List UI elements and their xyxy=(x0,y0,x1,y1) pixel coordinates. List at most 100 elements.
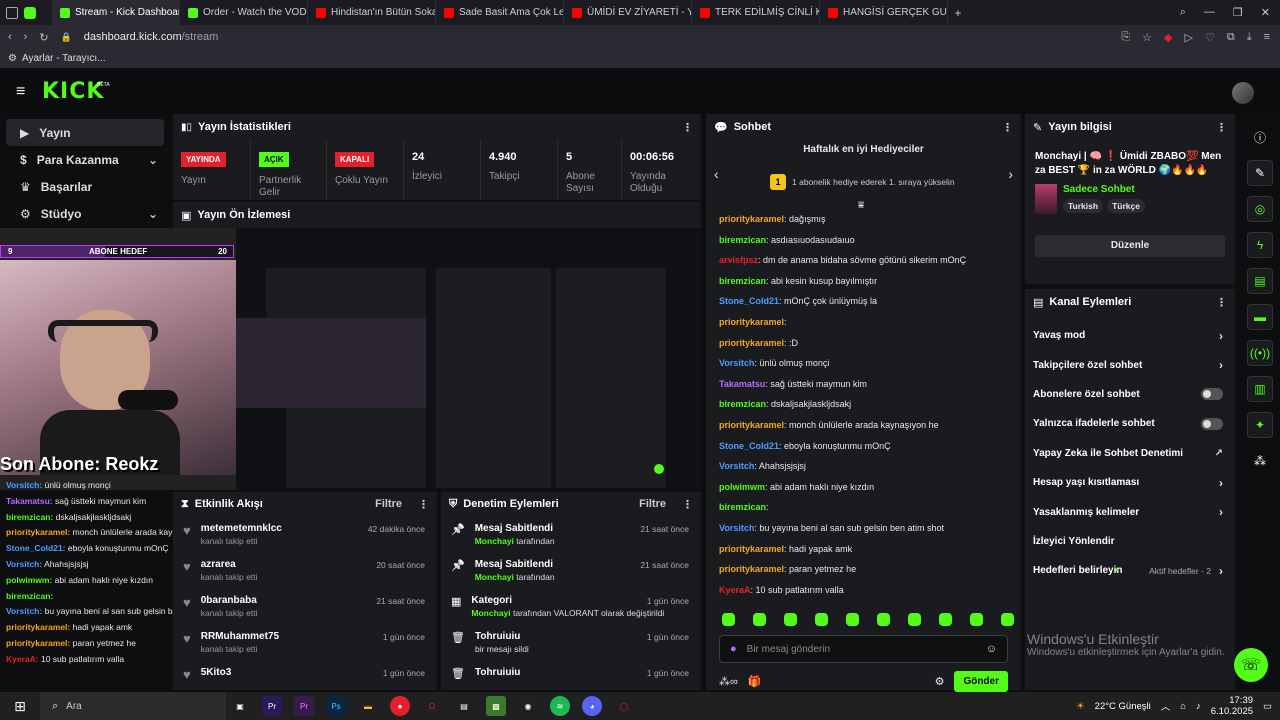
hamburger-icon[interactable]: ≡ xyxy=(16,83,25,101)
browser-tab[interactable]: Hindistan'ın Bütün Sokak xyxy=(308,0,436,25)
follower-name[interactable]: 0baranbaba xyxy=(201,595,258,606)
toggle-switch[interactable] xyxy=(1201,417,1223,430)
channel-action-item[interactable]: Yavaş mod › xyxy=(1025,321,1235,350)
opera-gx-icon[interactable]: ◯ xyxy=(614,696,634,716)
document-icon[interactable]: ▤ xyxy=(1247,268,1273,294)
pencil-icon[interactable]: ✎ xyxy=(1247,160,1273,186)
clip-icon[interactable]: ⎘ xyxy=(1121,31,1130,44)
follower-name[interactable]: azrarea xyxy=(201,559,258,570)
emote-icon[interactable] xyxy=(970,612,983,626)
toggle-switch[interactable] xyxy=(1201,388,1223,401)
chat-username[interactable]: prioritykaramel xyxy=(719,544,784,554)
follower-name[interactable]: 5Kito3 xyxy=(201,667,232,678)
heart-icon[interactable]: ♡ xyxy=(1205,31,1215,44)
chat-username[interactable]: Takamatsu xyxy=(719,379,765,389)
url-field[interactable]: dashboard.kick.com/stream xyxy=(84,31,219,43)
chat-username[interactable]: arvisfpsz xyxy=(719,255,758,265)
target-icon[interactable]: ◎ xyxy=(1247,196,1273,222)
emote-icon[interactable] xyxy=(784,612,797,626)
browser-tab[interactable]: Order - Watch the VOD o xyxy=(180,0,308,25)
channel-action-item[interactable]: Abonelere özel sohbet xyxy=(1025,380,1235,409)
close-icon[interactable]: ✕ xyxy=(1261,6,1270,19)
premiere-rush-icon[interactable]: Pr xyxy=(294,696,314,716)
external-link-icon[interactable]: ↗ xyxy=(1215,448,1223,459)
moderator-name[interactable]: Monchayi xyxy=(475,536,514,546)
filter-button[interactable]: Filtre xyxy=(639,498,666,510)
channel-action-item[interactable]: Takipçilere özel sohbet › xyxy=(1025,350,1235,379)
channel-action-item[interactable]: İzleyici Yönlendir xyxy=(1025,527,1235,556)
mic-icon[interactable]: ● xyxy=(730,643,737,655)
sidebar-item[interactable]: ⚙ Stüdyo ⌄ xyxy=(6,200,164,227)
lightning-icon[interactable]: ϟ xyxy=(1247,232,1273,258)
tray-chevron-icon[interactable]: ︿ xyxy=(1161,699,1171,713)
emote-icon[interactable] xyxy=(846,612,859,626)
channel-action-item[interactable]: Hesap yaşı kısıtlaması › xyxy=(1025,468,1235,497)
chat-username[interactable]: prioritykaramel xyxy=(719,564,784,574)
spotify-icon[interactable]: ≋ xyxy=(550,696,570,716)
kick-logo[interactable]: KICK xyxy=(42,79,104,104)
emote-icon[interactable] xyxy=(1001,612,1014,626)
maximize-icon[interactable]: ❐ xyxy=(1233,6,1243,19)
emote-icon[interactable] xyxy=(815,612,828,626)
chat-username[interactable]: biremzican xyxy=(719,399,766,409)
chat-username[interactable]: biremzican xyxy=(719,276,766,286)
more-icon[interactable]: ⋮ xyxy=(682,498,693,511)
moderator-name[interactable]: Monchayi xyxy=(471,608,510,618)
chat-username[interactable]: Vorsitch xyxy=(719,461,754,471)
chevron-right-icon[interactable]: › xyxy=(1219,564,1223,578)
browser-tab[interactable]: TERK EDİLMİŞ CİNLİ KÖY xyxy=(692,0,820,25)
back-icon[interactable]: ‹ xyxy=(8,31,12,43)
category-link[interactable]: Sadece Sohbet xyxy=(1063,184,1145,195)
more-icon[interactable]: ⋮ xyxy=(1002,121,1013,134)
browser-tab[interactable]: Sade Basit Ama Çok Lezz xyxy=(436,0,564,25)
menu-icon[interactable]: ≡ xyxy=(1264,31,1270,44)
more-icon[interactable]: ⋮ xyxy=(1216,121,1227,134)
sidebar-item[interactable]: $ Para Kazanma ⌄ xyxy=(6,146,164,173)
more-icon[interactable]: ⋮ xyxy=(1216,296,1227,309)
pinned-tab-icon[interactable] xyxy=(6,6,18,19)
chevron-down-icon[interactable]: ⌄ xyxy=(148,153,158,167)
chevron-left-icon[interactable]: ‹ xyxy=(714,166,719,182)
emote-icon[interactable] xyxy=(722,612,735,626)
task-view-icon[interactable]: ▣ xyxy=(230,696,250,716)
broadcast-icon[interactable]: ((•)) xyxy=(1247,340,1273,366)
minimize-icon[interactable]: — xyxy=(1204,6,1215,19)
chevron-right-icon[interactable]: › xyxy=(1219,329,1223,343)
chat-username[interactable]: biremzican xyxy=(719,235,766,245)
chat-input[interactable]: ● Bir mesaj gönderin ☺ xyxy=(719,635,1008,663)
play-icon[interactable]: ▷ xyxy=(1185,31,1193,44)
tag-chip[interactable]: Türkçe xyxy=(1107,199,1145,213)
chat-username[interactable]: Stone_Cold21 xyxy=(719,441,779,451)
chrome-icon[interactable]: ● xyxy=(390,696,410,716)
sidebar-item[interactable]: ▶ Yayın xyxy=(6,119,164,146)
network-icon[interactable]: ⌂ xyxy=(1180,701,1186,712)
support-chat-button[interactable]: ☏ xyxy=(1234,648,1268,682)
layout-icon[interactable]: ▥ xyxy=(1247,376,1273,402)
download-icon[interactable]: ⤓ xyxy=(1247,31,1252,44)
apps-icon[interactable]: ⁂ xyxy=(1247,448,1273,474)
discord-icon[interactable]: ◕ xyxy=(582,696,602,716)
volume-icon[interactable]: ♪ xyxy=(1196,701,1201,712)
avatar[interactable] xyxy=(1232,82,1254,104)
send-button[interactable]: Gönder xyxy=(954,670,1008,692)
chat-username[interactable]: Vorsitch xyxy=(719,358,754,368)
chat-username[interactable]: biremzican xyxy=(719,502,766,512)
follower-name[interactable]: RRMuhammet75 xyxy=(201,631,279,642)
edit-button[interactable]: Düzenle xyxy=(1035,235,1225,257)
notification-icon[interactable]: ▭ xyxy=(1263,701,1272,712)
folder-icon[interactable]: ▬ xyxy=(358,696,378,716)
chevron-right-icon[interactable]: › xyxy=(1219,476,1223,490)
photoshop-icon[interactable]: Ps xyxy=(326,696,346,716)
windows-start-icon[interactable]: ⊞ xyxy=(0,698,40,715)
chat-username[interactable]: Stone_Cold21 xyxy=(719,296,779,306)
new-tab-button[interactable]: + xyxy=(948,6,968,20)
search-icon[interactable]: ⌕ xyxy=(1180,6,1186,19)
notepad-icon[interactable]: ▤ xyxy=(454,696,474,716)
emote-icon[interactable] xyxy=(753,612,766,626)
browser-tab[interactable]: HANGİSİ GERÇEK GURBE xyxy=(820,0,948,25)
emoji-icon[interactable]: ☺ xyxy=(986,643,997,655)
chevron-down-icon[interactable]: ⌄ xyxy=(148,207,158,221)
more-icon[interactable]: ⋮ xyxy=(418,498,429,511)
bookmark-icon[interactable]: ☆ xyxy=(1142,31,1152,44)
chat-bubble-icon[interactable]: ▬ xyxy=(1247,304,1273,330)
